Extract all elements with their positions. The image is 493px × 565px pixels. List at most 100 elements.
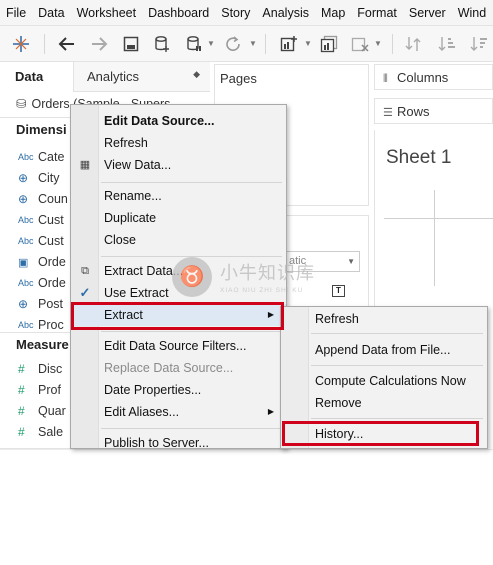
menu-item-publish-to-server[interactable]: Publish to Server... (71, 432, 286, 454)
highlight-box-extract (71, 302, 284, 330)
menu-worksheet[interactable]: Worksheet (71, 0, 143, 25)
back-arrow-icon[interactable] (56, 33, 78, 55)
field-label: Prof (38, 383, 61, 397)
calendar-icon: ▣ (18, 256, 29, 269)
rows-shelf[interactable]: ☰ Rows (374, 98, 493, 124)
clear-sheet-icon[interactable] (349, 33, 371, 55)
extract-icon: ⧉ (81, 265, 89, 277)
dimension-field[interactable]: Abc Cust (0, 209, 72, 231)
submenu-item-remove[interactable]: Remove (281, 392, 487, 414)
menu-story[interactable]: Story (215, 0, 256, 25)
string-type-icon: Abc (18, 278, 34, 288)
watermark-text: 小牛知识库 (220, 263, 315, 283)
menu-item-edit-aliases[interactable]: Edit Aliases... ▶ (71, 401, 286, 423)
menu-server[interactable]: Server (403, 0, 452, 25)
string-type-icon: Abc (18, 215, 34, 225)
dimension-field[interactable]: ⊕ Post (0, 293, 72, 315)
menu-item-edit-data-source-filters[interactable]: Edit Data Source Filters... (71, 335, 286, 357)
new-worksheet-dropdown-icon[interactable]: ▼ (304, 39, 312, 48)
clear-dropdown-icon[interactable]: ▼ (374, 39, 382, 48)
pause-datasource-icon[interactable] (183, 33, 205, 55)
new-datasource-icon[interactable] (151, 33, 173, 55)
sheet-title[interactable]: Sheet 1 (386, 147, 452, 169)
menu-item-edit-data-source[interactable]: Edit Data Source... (71, 110, 286, 132)
refresh-dropdown-icon[interactable]: ▼ (249, 39, 257, 48)
measure-field[interactable]: # Prof (0, 379, 72, 401)
menu-item-close[interactable]: Close (71, 229, 286, 251)
refresh-icon[interactable] (222, 33, 244, 55)
string-type-icon: Abc (18, 320, 34, 330)
highlight-box-history (282, 421, 479, 446)
dimension-field[interactable]: Abc Orde (0, 272, 72, 294)
submenu-item-compute-calculations[interactable]: Compute Calculations Now (281, 370, 487, 392)
watermark-subtext: XIAO NIU ZHI SHI KU (220, 287, 304, 294)
pause-dropdown-icon[interactable]: ▼ (207, 39, 215, 48)
submenu-item-append-data[interactable]: Append Data from File... (281, 339, 487, 361)
submenu-arrow-icon: ▶ (267, 407, 274, 416)
forward-arrow-icon[interactable] (88, 33, 110, 55)
menu-analysis[interactable]: Analysis (256, 0, 315, 25)
menu-item-view-data[interactable]: ▦ View Data... (71, 154, 286, 176)
menu-map[interactable]: Map (315, 0, 351, 25)
tableau-logo-icon[interactable] (10, 33, 32, 55)
menu-format[interactable]: Format (351, 0, 403, 25)
menu-dashboard[interactable]: Dashboard (142, 0, 215, 25)
measure-field[interactable]: # Quar (0, 400, 72, 422)
globe-icon: ⊕ (18, 297, 29, 311)
sort-ascending-icon[interactable] (436, 33, 458, 55)
columns-shelf[interactable]: ⦀ Columns (374, 64, 493, 90)
number-type-icon: # (18, 404, 25, 418)
tab-analytics-label: Analytics (87, 69, 140, 84)
menu-item-label: View Data... (104, 158, 172, 172)
field-label: Proc (38, 318, 64, 332)
checkmark-icon: ✓ (79, 285, 91, 300)
rows-icon: ☰ (383, 107, 393, 119)
number-type-icon: # (18, 425, 25, 439)
new-worksheet-icon[interactable] (278, 33, 300, 55)
string-type-icon: Abc (18, 152, 34, 162)
field-label: Cate (38, 150, 65, 164)
watermark-logo-icon: ♉ (172, 257, 212, 297)
tab-analytics[interactable]: Analytics ◆ (74, 62, 210, 92)
measure-field[interactable]: # Disc (0, 358, 72, 380)
measures-header: Measure (16, 337, 69, 352)
field-label: Cust (38, 234, 64, 248)
menu-bar: File Data Worksheet Dashboard Story Anal… (0, 0, 493, 26)
duplicate-sheet-icon[interactable] (318, 33, 340, 55)
dimension-field[interactable]: ⊕ Coun (0, 188, 72, 210)
field-label: Disc (38, 362, 63, 376)
menu-item-duplicate[interactable]: Duplicate (71, 207, 286, 229)
pages-label: Pages (220, 71, 257, 86)
chevron-down-icon: ▼ (347, 257, 355, 266)
watermark: ♉ 小牛知识库 XIAO NIU ZHI SHI KU (172, 255, 322, 305)
field-label: Coun (38, 192, 68, 206)
menu-data[interactable]: Data (32, 0, 70, 25)
columns-label: Columns (397, 70, 449, 85)
menu-separator (311, 418, 483, 419)
menu-window[interactable]: Wind (452, 0, 492, 25)
dimension-field[interactable]: ⊕ City (0, 167, 72, 189)
number-type-icon: # (18, 362, 25, 376)
save-icon[interactable] (120, 33, 142, 55)
menu-item-label: Edit Aliases... (104, 405, 180, 419)
menu-item-rename[interactable]: Rename... (71, 185, 286, 207)
menu-item-date-properties[interactable]: Date Properties... (71, 379, 286, 401)
field-label: Sale (38, 425, 64, 439)
menu-file[interactable]: File (0, 0, 32, 25)
field-label: City (38, 171, 60, 185)
measure-field[interactable]: # Sale (0, 421, 72, 443)
sheet-axis-line (434, 190, 435, 286)
dimension-field[interactable]: Abc Cust (0, 230, 72, 252)
menu-item-refresh[interactable]: Refresh (71, 132, 286, 154)
dimension-field[interactable]: Abc Cate (0, 146, 72, 168)
dimension-field[interactable]: ▣ Orde (0, 251, 72, 273)
database-icon: ⛁ (16, 97, 27, 111)
divider (0, 332, 72, 333)
menu-item-replace-data-source: Replace Data Source... (104, 361, 234, 375)
swap-icon[interactable] (402, 33, 424, 55)
menu-separator (101, 331, 282, 332)
submenu-item-refresh[interactable]: Refresh (281, 308, 487, 330)
text-mark-icon[interactable]: T (332, 285, 345, 297)
tab-data[interactable]: Data (0, 62, 74, 92)
sort-descending-icon[interactable] (468, 33, 490, 55)
